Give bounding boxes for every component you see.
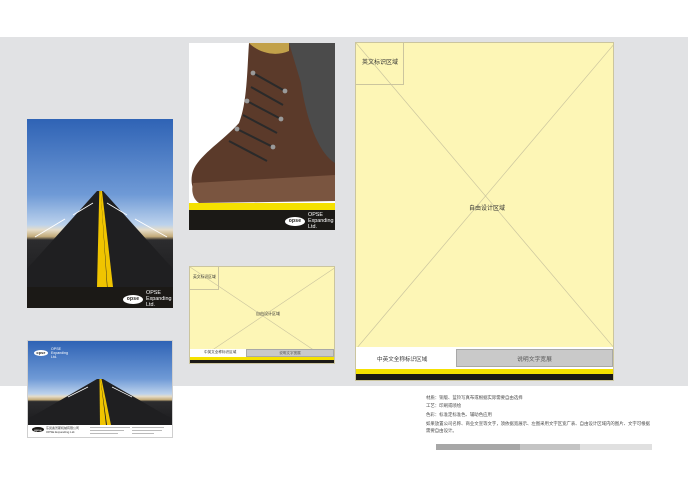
small-card-footer-left: 中英文全称标识区域	[204, 350, 237, 354]
brand-name: OPSE Expanding Ltd.	[308, 212, 334, 230]
logo-mark: opse	[123, 294, 143, 304]
large-footer-right: 说明文字宽展	[456, 349, 613, 367]
bottom-bar-light	[580, 444, 652, 450]
large-footer-left: 中英文全称标识区域	[377, 357, 428, 363]
brand-name: OPSE Expanding Ltd.	[146, 290, 172, 308]
bottom-bar-mid	[520, 444, 580, 450]
small-card-center-label: 自由设计区域	[256, 311, 280, 316]
large-tag-label: 英文标识区域	[362, 60, 399, 66]
brochure-cover: opse OPSE Expanding Ltd.	[27, 119, 173, 308]
logo-mark: opse	[285, 216, 305, 226]
large-footer: 中英文全称标识区域 说明文字宽展	[356, 347, 613, 369]
boot-yellow-stripe	[189, 203, 335, 210]
boot-black-band: opse OPSE Expanding Ltd.	[189, 210, 335, 230]
cover-black-band: opse OPSE Expanding Ltd.	[27, 287, 173, 308]
brand-name: OPSE Expanding Ltd.	[51, 347, 68, 359]
logo-mark: opse	[34, 350, 48, 356]
small-card-black-band	[190, 360, 334, 363]
notes-line-1: 材质：铜版、蓝铃写真布或根据实际需要自由选择	[426, 395, 523, 400]
brand-logo: opse OPSE Expanding Ltd.	[285, 212, 333, 230]
small-card-template: 英文标识区域 自由设计区域 中英文全称标识区域 说明文字宽展	[189, 266, 335, 364]
large-black-band	[356, 374, 613, 380]
notes-line-2: 工艺：印刷或喷绘	[426, 403, 462, 409]
boot-page: opse OPSE Expanding Ltd.	[189, 43, 335, 230]
envelope: opse OPSE Expanding Ltd. opse 东莞奥普斯机械有限公…	[27, 340, 173, 438]
envelope-company-en: OPSE Expanding Ltd.	[46, 430, 76, 434]
work-boot-photo-icon	[189, 43, 335, 203]
small-card-footer: 中英文全称标识区域 说明文字宽展	[190, 349, 334, 357]
bottom-bar-dark	[436, 444, 520, 450]
large-template: 英文标识区域 自由设计区域 中英文全称标识区域 说明文字宽展	[355, 42, 614, 381]
envelope-footer-logo: opse	[32, 427, 44, 432]
notes-paragraph: 如果放置公司名称、商业文宣等文字，须依据宽展示、左图采用文字区宽广表、自由设计区…	[426, 421, 650, 434]
envelope-footer: opse 东莞奥普斯机械有限公司 OPSE Expanding Ltd.	[28, 425, 172, 437]
notes: 材质：铜版、蓝铃写真布或根据实际需要自由选择 工艺：印刷或喷绘 色彩：标准定标准…	[426, 394, 652, 435]
large-center-label: 自由设计区域	[469, 206, 506, 212]
notes-line-3: 色彩：标准定标准色、辅助色应用	[426, 411, 492, 417]
brand-logo: opse OPSE Expanding Ltd.	[123, 290, 171, 308]
road-photo-icon: opse OPSE Expanding Ltd.	[28, 341, 172, 425]
small-card-footer-right: 说明文字宽展	[246, 349, 334, 357]
envelope-logo: opse OPSE Expanding Ltd.	[34, 347, 68, 359]
road-photo-icon	[27, 119, 173, 287]
small-card-tag-label: 英文标识区域	[193, 275, 216, 279]
